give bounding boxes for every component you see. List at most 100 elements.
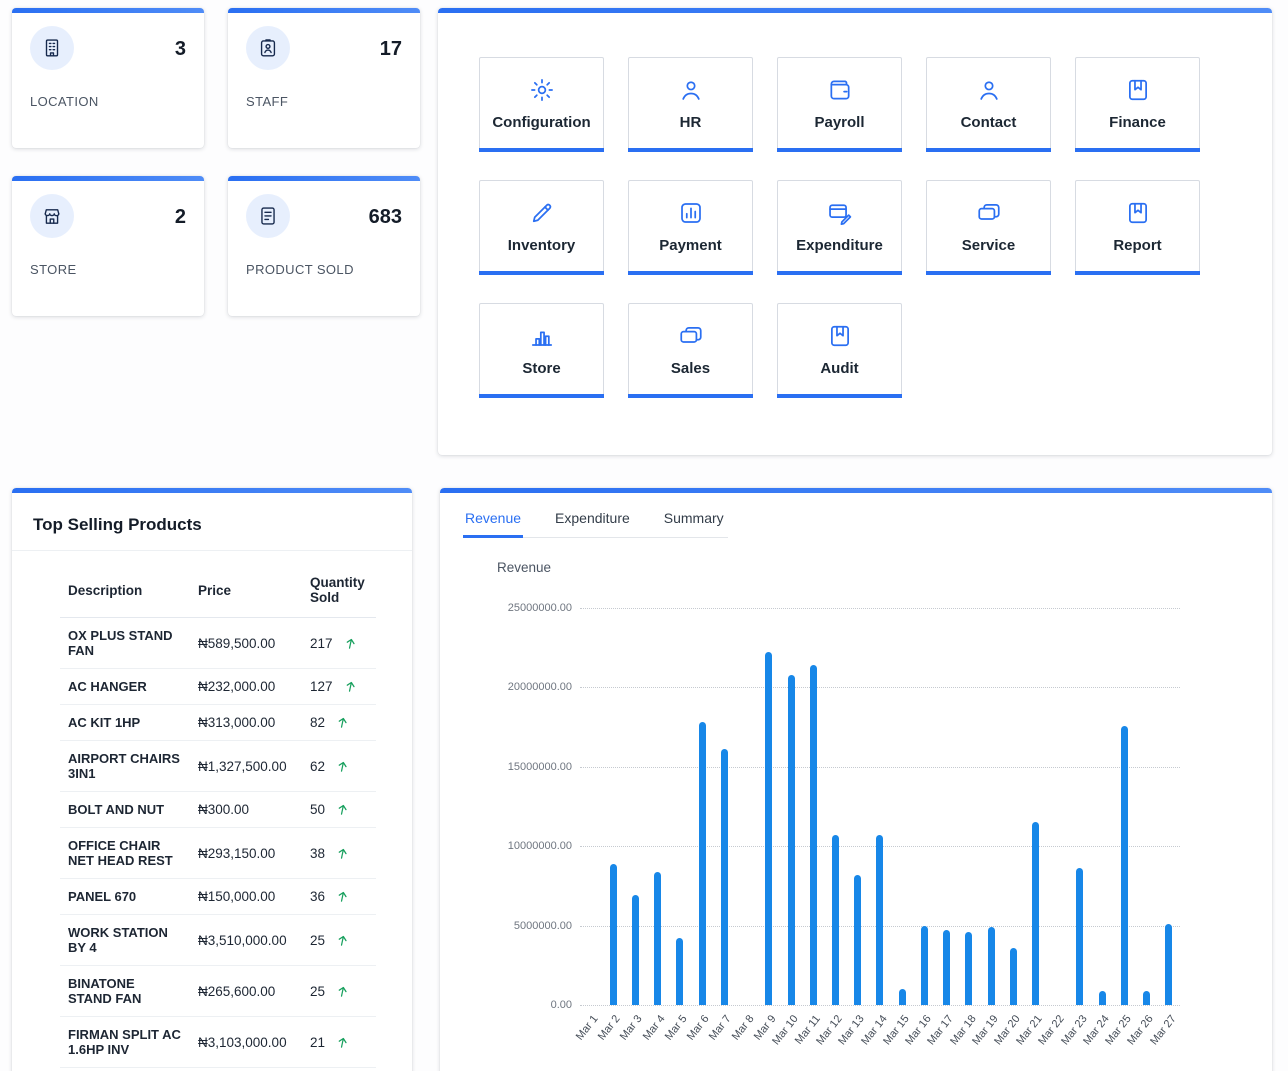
module-finance[interactable]: Finance (1075, 57, 1200, 152)
product-row: BOLT AND NUT₦300.0050 (60, 792, 376, 828)
table-header-row: DescriptionPriceQuantity Sold (60, 563, 376, 618)
arrow-up-icon (341, 678, 359, 696)
module-inventory[interactable]: Inventory (479, 180, 604, 275)
bar-slot (1158, 608, 1180, 1005)
product-quantity-cell: 25 (302, 966, 376, 1017)
module-label: Service (962, 237, 1015, 254)
product-quantity-cell: 50 (302, 792, 376, 828)
module-label: Report (1113, 237, 1161, 254)
product-quantity: 50 (310, 802, 325, 817)
product-row: PANEL 670₦150,000.0036 (60, 879, 376, 915)
stat-card-staff: 17STAFF (228, 8, 420, 148)
stat-label: PRODUCT SOLD (246, 262, 402, 277)
bar-slot (1002, 608, 1024, 1005)
person-icon (678, 77, 704, 103)
arrow-up-icon (334, 844, 352, 862)
revenue-bar (1143, 991, 1150, 1005)
product-quantity: 217 (310, 636, 333, 651)
card-accent-bar (440, 488, 1272, 493)
product-description: OFFICE CHAIR NET HEAD REST (60, 828, 190, 879)
module-label: Payment (659, 237, 722, 254)
module-payroll[interactable]: Payroll (777, 57, 902, 152)
module-label: Store (522, 360, 560, 377)
person-icon (976, 77, 1002, 103)
revenue-bar (1099, 991, 1106, 1005)
bar-slot (602, 608, 624, 1005)
cards-icon (976, 200, 1002, 226)
product-quantity: 62 (310, 759, 325, 774)
module-sales[interactable]: Sales (628, 303, 753, 398)
card-accent-bar (438, 8, 1272, 13)
product-description: OX PLUS STAND FAN (60, 618, 190, 669)
arrow-up-icon (334, 888, 352, 906)
module-configuration[interactable]: Configuration (479, 57, 604, 152)
revenue-bar (1076, 868, 1083, 1005)
module-expenditure[interactable]: Expenditure (777, 180, 902, 275)
module-store[interactable]: Store (479, 303, 604, 398)
tab-revenue[interactable]: Revenue (463, 507, 523, 537)
module-service[interactable]: Service (926, 180, 1051, 275)
revenue-bar (988, 927, 995, 1005)
tab-summary[interactable]: Summary (662, 507, 726, 537)
bar-slot (713, 608, 735, 1005)
product-quantity-cell: 21 (302, 1017, 376, 1068)
product-row: OX PLUS STAND FAN₦589,500.00217 (60, 618, 376, 669)
module-label: Finance (1109, 114, 1166, 131)
revenue-bar (632, 895, 639, 1005)
gear-icon (529, 77, 555, 103)
y-axis-tick: 0.00 (551, 999, 572, 1011)
revenue-bar (676, 938, 683, 1005)
bar-slot (980, 608, 1002, 1005)
top-selling-table: DescriptionPriceQuantity Sold OX PLUS ST… (60, 563, 376, 1068)
product-quantity: 38 (310, 846, 325, 861)
product-description: AC KIT 1HP (60, 705, 190, 741)
product-row: AC HANGER₦232,000.00127 (60, 669, 376, 705)
column-header-quantity-sold: Quantity Sold (302, 563, 376, 618)
arrow-up-icon (334, 982, 352, 1000)
stat-card-location: 3LOCATION (12, 8, 204, 148)
arrow-up-icon (334, 1033, 352, 1051)
product-row: AC KIT 1HP₦313,000.0082 (60, 705, 376, 741)
module-label: Payroll (814, 114, 864, 131)
stat-card-store: 2STORE (12, 176, 204, 316)
module-payment[interactable]: Payment (628, 180, 753, 275)
revenue-bar (765, 652, 772, 1005)
stat-label: STAFF (246, 94, 402, 109)
bar-slot (580, 608, 602, 1005)
bar-slot (691, 608, 713, 1005)
product-description: FIRMAN SPLIT AC 1.6HP INV (60, 1017, 190, 1068)
product-description: WORK STATION BY 4 (60, 915, 190, 966)
y-axis-tick: 10000000.00 (508, 840, 572, 852)
bar-series (580, 608, 1180, 1005)
bar-slot (847, 608, 869, 1005)
stat-icon-circle (246, 26, 290, 70)
bar-slot (669, 608, 691, 1005)
bar-slot (802, 608, 824, 1005)
bookmark-card-icon (1125, 200, 1151, 226)
product-row: AIRPORT CHAIRS 3IN1₦1,327,500.0062 (60, 741, 376, 792)
product-price: ₦3,103,000.00 (190, 1017, 302, 1068)
revenue-bar (965, 932, 972, 1005)
gridline (580, 1005, 1180, 1006)
tab-expenditure[interactable]: Expenditure (553, 507, 632, 537)
stat-icon-circle (246, 194, 290, 238)
bar-slot (758, 608, 780, 1005)
module-label: Sales (671, 360, 710, 377)
product-quantity: 36 (310, 889, 325, 904)
bar-slot (891, 608, 913, 1005)
revenue-bar (876, 835, 883, 1005)
module-label: Contact (961, 114, 1017, 131)
card-accent-bar (228, 176, 420, 181)
module-hr[interactable]: HR (628, 57, 753, 152)
product-price: ₦3,510,000.00 (190, 915, 302, 966)
revenue-bar (899, 989, 906, 1005)
bookmark-card-icon (1125, 77, 1151, 103)
product-quantity-cell: 127 (302, 669, 376, 705)
stat-label: LOCATION (30, 94, 186, 109)
module-contact[interactable]: Contact (926, 57, 1051, 152)
module-report[interactable]: Report (1075, 180, 1200, 275)
revenue-bar (788, 675, 795, 1005)
revenue-bar (1010, 948, 1017, 1005)
top-selling-title: Top Selling Products (33, 515, 396, 535)
module-audit[interactable]: Audit (777, 303, 902, 398)
